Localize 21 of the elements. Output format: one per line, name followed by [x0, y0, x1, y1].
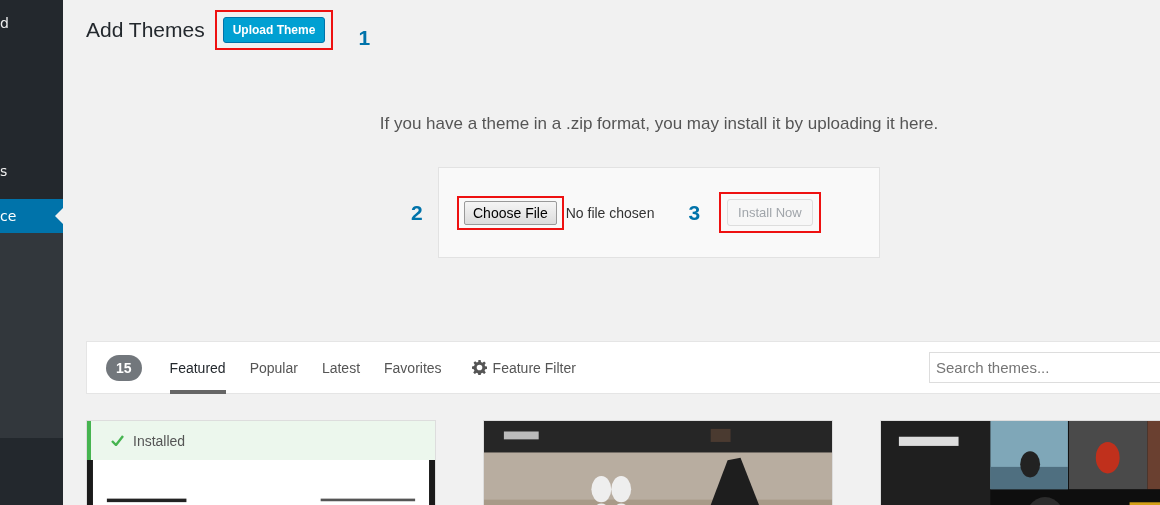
filter-tab[interactable]: Latest [321, 341, 361, 394]
checkmark-icon [111, 435, 124, 446]
sidebar-item[interactable]: ce [0, 199, 63, 233]
sidebar-item[interactable]: d [0, 6, 63, 40]
pointer-icon [55, 208, 63, 224]
installed-label: Installed [133, 432, 186, 449]
file-status: No file chosen [565, 204, 655, 221]
theme-count: 15 [106, 354, 142, 381]
choose-file-button[interactable]: Choose File [464, 200, 557, 225]
page-title: Add Themes [86, 18, 205, 42]
settings-icon [471, 360, 487, 375]
filter-tab[interactable]: Favorites [384, 341, 442, 394]
filter-tab[interactable]: Popular [249, 341, 298, 394]
step-number: 1 [358, 26, 371, 50]
step-number: 2 [411, 201, 423, 225]
upload-instructions: If you have a theme in a .zip format, you may install it by uploading it here. [378, 114, 940, 134]
feature-filter-link[interactable]: Feature Filter [492, 359, 576, 376]
step-number: 3 [688, 200, 701, 225]
sidebar-item[interactable]: s [0, 154, 63, 188]
search-field[interactable]: Search themes... [929, 352, 1160, 383]
filter-tab[interactable]: Featured [169, 341, 226, 394]
